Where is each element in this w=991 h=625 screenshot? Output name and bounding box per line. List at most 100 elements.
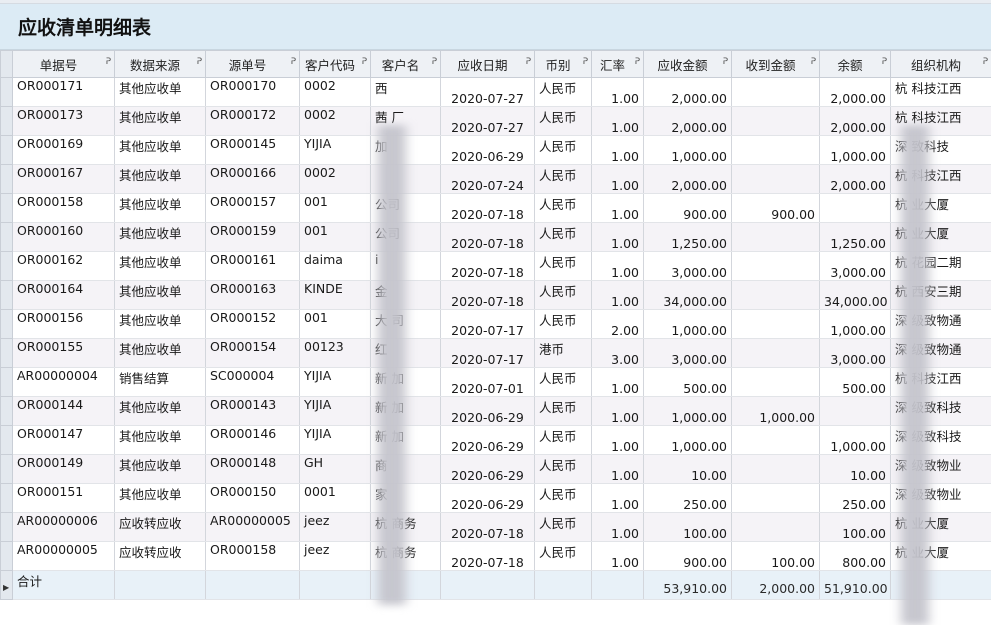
table-cell[interactable]: 人民币 [535,397,592,426]
table-cell[interactable]: 10.00 [820,455,891,484]
row-header[interactable] [1,513,13,542]
table-cell[interactable]: OR000146 [206,426,300,455]
table-cell[interactable]: 100.00 [820,513,891,542]
table-cell[interactable]: 杭 科技江西 [891,107,991,136]
table-cell[interactable]: AR00000004 [13,368,115,397]
pin-icon[interactable]: ᕈ [583,57,588,67]
table-cell[interactable]: OR000169 [13,136,115,165]
table-cell[interactable]: 1,000.00 [820,426,891,455]
table-cell[interactable]: 0002 [300,107,371,136]
table-cell[interactable] [732,426,820,455]
report-grid[interactable]: 单据号ᕈ数据来源ᕈ源单号ᕈ客户代码ᕈ客户名ᕈ应收日期ᕈ币别ᕈ汇率ᕈ应收金额ᕈ收到… [0,50,991,600]
table-cell[interactable]: OR000148 [206,455,300,484]
table-cell[interactable]: 杭 商务 [371,542,441,571]
table-cell[interactable]: 3.00 [592,339,644,368]
table-cell[interactable]: 1,250.00 [820,223,891,252]
column-header-11[interactable]: 余额ᕈ [820,51,891,78]
table-cell[interactable]: 500.00 [644,368,732,397]
table-cell[interactable]: 家 [371,484,441,513]
row-header[interactable] [1,165,13,194]
table-cell[interactable]: 2020-07-18 [441,223,535,252]
table-row[interactable]: OR000149其他应收单OR000148GH商2020-06-29人民币1.0… [1,455,991,484]
pin-icon[interactable]: ᕈ [983,57,988,67]
table-cell[interactable]: OR000166 [206,165,300,194]
table-cell[interactable]: 2020-07-18 [441,252,535,281]
table-cell[interactable]: 其他应收单 [115,194,206,223]
table-row[interactable]: OR000158其他应收单OR000157001公司2020-07-18人民币1… [1,194,991,223]
table-cell[interactable]: 其他应收单 [115,310,206,339]
table-cell[interactable]: 100.00 [732,542,820,571]
table-cell[interactable]: OR000162 [13,252,115,281]
column-header-6[interactable]: 应收日期ᕈ [441,51,535,78]
table-cell[interactable]: 其他应收单 [115,252,206,281]
table-cell[interactable] [732,223,820,252]
table-cell[interactable]: 00123 [300,339,371,368]
table-cell[interactable]: 001 [300,310,371,339]
table-cell[interactable]: 250.00 [820,484,891,513]
table-cell[interactable]: 34,000.00 [820,281,891,310]
table-cell[interactable]: YIJIA [300,426,371,455]
table-cell[interactable]: 1.00 [592,165,644,194]
table-cell[interactable]: 新 加 [371,397,441,426]
table-cell[interactable]: 2,000.00 [644,107,732,136]
table-cell[interactable]: 1.00 [592,194,644,223]
table-cell[interactable]: 人民币 [535,107,592,136]
table-cell[interactable]: 1.00 [592,397,644,426]
table-cell[interactable]: 2020-07-17 [441,310,535,339]
table-cell[interactable]: 人民币 [535,455,592,484]
pin-icon[interactable]: ᕈ [106,57,111,67]
table-cell[interactable]: 人民币 [535,223,592,252]
table-cell[interactable]: 1,000.00 [732,397,820,426]
table-cell[interactable]: 公司 [371,223,441,252]
table-row[interactable]: OR000155其他应收单OR00015400123红2020-07-17港币3… [1,339,991,368]
table-cell[interactable]: GH [300,455,371,484]
table-row[interactable]: AR00000004销售结算SC000004YIJIA新 加2020-07-01… [1,368,991,397]
table-cell[interactable] [732,136,820,165]
table-cell[interactable]: 销售结算 [115,368,206,397]
pin-icon[interactable]: ᕈ [432,57,437,67]
table-cell[interactable]: 人民币 [535,136,592,165]
table-cell[interactable]: OR000154 [206,339,300,368]
table-cell[interactable]: 杭 科技江西 [891,368,991,397]
table-cell[interactable]: 2020-06-29 [441,455,535,484]
table-cell[interactable]: 1.00 [592,426,644,455]
table-cell[interactable]: 2020-06-29 [441,136,535,165]
table-cell[interactable]: 人民币 [535,194,592,223]
column-header-2[interactable]: 数据来源ᕈ [115,51,206,78]
table-cell[interactable]: 商 [371,455,441,484]
table-cell[interactable]: 深 级致物业 [891,484,991,513]
table-cell[interactable]: OR000160 [13,223,115,252]
table-cell[interactable]: OR000156 [13,310,115,339]
table-cell[interactable]: YIJIA [300,397,371,426]
table-cell[interactable] [732,484,820,513]
table-cell[interactable]: 2020-07-27 [441,78,535,107]
table-cell[interactable]: 001 [300,194,371,223]
table-cell[interactable]: 应收转应收 [115,542,206,571]
table-cell[interactable]: 人民币 [535,426,592,455]
pin-icon[interactable]: ᕈ [197,57,202,67]
table-cell[interactable]: 1.00 [592,484,644,513]
table-cell[interactable]: KINDE [300,281,371,310]
table-cell[interactable]: OR000161 [206,252,300,281]
table-cell[interactable]: 800.00 [820,542,891,571]
table-cell[interactable]: 1,000.00 [644,426,732,455]
table-cell[interactable]: 人民币 [535,281,592,310]
table-cell[interactable]: 其他应收单 [115,397,206,426]
table-cell[interactable]: 深 级致物通 [891,310,991,339]
table-cell[interactable]: OR000147 [13,426,115,455]
table-cell[interactable]: 1.00 [592,107,644,136]
table-cell[interactable]: 杭 花园二期 [891,252,991,281]
column-header-10[interactable]: 收到金额ᕈ [732,51,820,78]
table-cell[interactable]: 应收转应收 [115,513,206,542]
table-cell[interactable]: OR000144 [13,397,115,426]
table-cell[interactable]: 港币 [535,339,592,368]
table-cell[interactable]: 1,000.00 [820,136,891,165]
column-header-9[interactable]: 应收金额ᕈ [644,51,732,78]
table-cell[interactable]: 其他应收单 [115,455,206,484]
row-header[interactable] [1,310,13,339]
table-cell[interactable] [732,107,820,136]
table-cell[interactable]: 1.00 [592,78,644,107]
column-header-5[interactable]: 客户名ᕈ [371,51,441,78]
row-header[interactable] [1,78,13,107]
table-cell[interactable]: 金 [371,281,441,310]
